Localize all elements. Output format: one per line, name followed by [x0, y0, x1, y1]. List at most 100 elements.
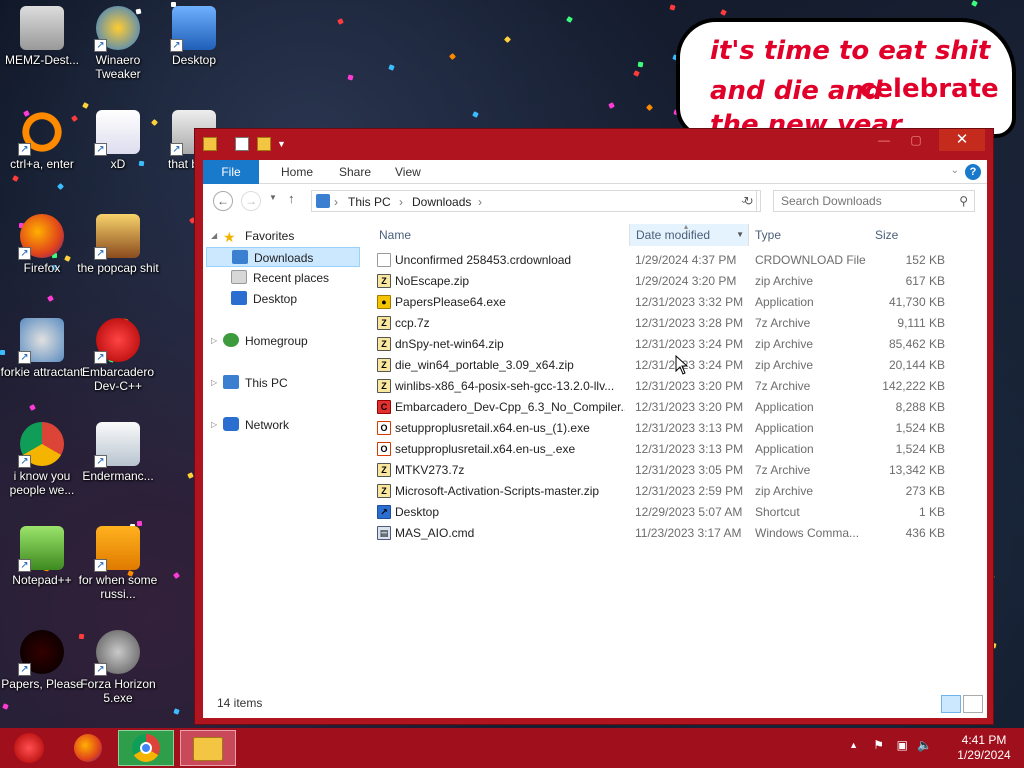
column-header-name[interactable]: Name [373, 224, 629, 246]
zip-file-icon: Z [377, 379, 391, 393]
desktop-icon-item[interactable]: ↗ forkie attractant [0, 318, 84, 379]
file-type: 7z Archive [755, 316, 811, 330]
desktop-icon-item[interactable]: ↗ the popcap shit [76, 214, 160, 275]
start-orb-icon [14, 733, 44, 763]
minimize-button[interactable]: — [871, 133, 897, 147]
nav-item-favorites[interactable]: ◢ ★ Favorites [211, 226, 294, 246]
desktop-icon-item[interactable]: ↗ Embarcadero Dev-C++ [76, 318, 160, 393]
new-folder-icon[interactable] [257, 137, 271, 151]
shortcut-arrow-icon: ↗ [18, 559, 31, 572]
breadcrumb-downloads[interactable]: Downloads [412, 195, 471, 209]
file-row[interactable]: Unconfirmed 258453.crdownload 1/29/2024 4… [373, 250, 987, 271]
desktop-icon-item[interactable]: ↗ Desktop [152, 6, 236, 67]
file-row[interactable]: ↗ Desktop 12/29/2023 5:07 AM Shortcut 1 KB [373, 502, 987, 523]
desktop-icon-item[interactable]: ↗ xD [76, 110, 160, 171]
desktop-icon-item[interactable]: ↗ Papers, Please [0, 630, 84, 691]
expand-icon[interactable]: ▷ [211, 415, 217, 435]
up-button[interactable]: ↑ [288, 191, 295, 206]
maximize-button[interactable]: ▢ [903, 133, 929, 147]
file-size: 13,342 KB [888, 463, 945, 477]
taskbar-firefox[interactable] [60, 730, 116, 766]
file-row[interactable]: Z NoEscape.zip 1/29/2024 3:20 PM zip Archiv… [373, 271, 987, 292]
desktop-icon-item[interactable]: ↗ Notepad++ [0, 526, 84, 587]
file-row[interactable]: ZdnSpy-net-win64.zip 12/31/2023 3:24 PM zi… [373, 334, 987, 355]
flag-icon[interactable]: ⚑ [873, 738, 884, 752]
column-header-type[interactable]: Type [749, 224, 869, 246]
address-bar[interactable]: › This PC › Downloads › ⌄ [311, 190, 757, 212]
title-bar[interactable]: ▼ — ▢ ✕ [195, 129, 993, 159]
tab-home[interactable]: Home [269, 160, 325, 184]
confetti-piece [448, 52, 457, 61]
network-icon[interactable]: ▣ [897, 738, 908, 752]
file-row[interactable]: ▤ MAS_AIO.cmd 11/23/2023 3:17 AM Windows Co… [373, 523, 987, 544]
desktop-icon-item[interactable]: ↗ i know you people we... [0, 422, 84, 497]
file-row[interactable]: C Embarcadero_Dev-Cpp_6.3_No_Compiler... 1… [373, 397, 987, 418]
tab-view[interactable]: View [383, 160, 433, 184]
tab-share[interactable]: Share [327, 160, 383, 184]
help-icon[interactable]: ? [965, 164, 981, 180]
chevron-down-icon[interactable]: ▼ [277, 137, 291, 151]
breadcrumb-this-pc[interactable]: This PC [348, 195, 391, 209]
nav-item-desktop[interactable]: Desktop [231, 289, 297, 309]
desktop-icon-label: Winaero Tweaker [95, 53, 141, 81]
confetti-piece [637, 61, 644, 68]
desktop-icon-item[interactable]: ↗ ctrl+a, enter [0, 110, 84, 171]
file-row[interactable]: Zwinlibs-x86_64-posix-seh-gcc-13.2.0-llv… [373, 376, 987, 397]
back-button[interactable]: ← [213, 191, 233, 211]
homegroup-icon [223, 333, 239, 347]
nav-item-this-pc[interactable]: ▷ This PC [211, 373, 288, 393]
file-file-icon [377, 253, 391, 267]
nav-item-network[interactable]: ▷ Network [211, 415, 289, 435]
refresh-button[interactable]: ↻ [737, 190, 761, 212]
search-box[interactable]: ⚲ [773, 190, 975, 212]
desktop-icon-item[interactable]: ↗ Forza Horizon 5.exe [76, 630, 160, 705]
file-row[interactable]: Zccp.7z 12/31/2023 3:28 PM 7z Archive 9,111… [373, 313, 987, 334]
expand-ribbon-icon[interactable]: ⌄ [951, 165, 959, 176]
file-size: 1,524 KB [895, 442, 945, 456]
desktop-icon-item[interactable]: MEMZ-Dest... [0, 6, 84, 67]
explorer-content: ← → ▼ ↑ › This PC › Downloads › ⌄ ↻ ⚲ ◢ … [203, 184, 987, 718]
close-button[interactable]: ✕ [939, 129, 985, 151]
network-icon [223, 417, 239, 431]
forward-button[interactable]: → [241, 191, 261, 211]
breadcrumb-separator: › [334, 195, 338, 209]
taskbar-file-explorer[interactable] [180, 730, 236, 766]
search-input[interactable] [774, 191, 949, 211]
volume-icon[interactable]: 🔈 [917, 738, 932, 752]
properties-icon[interactable] [235, 137, 249, 151]
search-icon[interactable]: ⚲ [959, 194, 968, 208]
large-icons-view-button[interactable] [963, 695, 983, 713]
expand-icon[interactable]: ▷ [211, 373, 217, 393]
file-row[interactable]: ● PapersPlease64.exe 12/31/2023 3:32 PM App… [373, 292, 987, 313]
clock[interactable]: 4:41 PM 1/29/2024 [954, 733, 1014, 763]
nav-item-downloads[interactable]: Downloads [206, 247, 360, 267]
file-row[interactable]: Z Microsoft-Activation-Scripts-master.zip… [373, 481, 987, 502]
recent-locations-icon[interactable]: ▼ [269, 193, 277, 202]
desktop-icon-item[interactable]: ↗ for when some russi... [76, 526, 160, 601]
shortcut-arrow-icon: ↗ [94, 351, 107, 364]
file-name: ccp.7z [395, 316, 430, 330]
desktop-icon-item[interactable]: ↗ Winaero Tweaker [76, 6, 160, 81]
desktop-icon-label: i know you people we... [9, 469, 75, 497]
start-button[interactable] [4, 730, 60, 766]
file-row[interactable]: Z MTKV273.7z 12/31/2023 3:05 PM 7z Archive 1… [373, 460, 987, 481]
de-icon: ↗ [94, 526, 140, 572]
column-header-size[interactable]: Size [869, 224, 949, 246]
desktop-icon-item[interactable]: ↗ Firefox [0, 214, 84, 275]
file-row[interactable]: Osetupproplusretail.x64.en-us_(1).exe 12/… [373, 418, 987, 439]
desktop-icon-item[interactable]: ↗ Endermanc... [76, 422, 160, 483]
desktop-icon-label: Firefox [23, 261, 61, 275]
sort-dropdown-icon[interactable]: ▼ [736, 224, 744, 246]
expand-icon[interactable]: ▷ [211, 331, 217, 351]
column-header-date-modified[interactable]: Date modified ▼ ▴ [629, 222, 749, 246]
taskbar-chrome[interactable] [118, 730, 174, 766]
file-size: 1 KB [918, 505, 945, 519]
tab-file[interactable]: File [203, 160, 259, 184]
collapse-icon[interactable]: ◢ [211, 226, 217, 246]
details-view-button[interactable] [941, 695, 961, 713]
show-hidden-icons-icon[interactable]: ▲ [849, 740, 858, 750]
nav-item-homegroup[interactable]: ▷ Homegroup [211, 331, 308, 351]
file-row[interactable]: Osetupproplusretail.x64.en-us_.exe 12/31/… [373, 439, 987, 460]
nav-item-recent-places[interactable]: Recent places [231, 268, 329, 288]
file-type: zip Archive [755, 358, 814, 372]
